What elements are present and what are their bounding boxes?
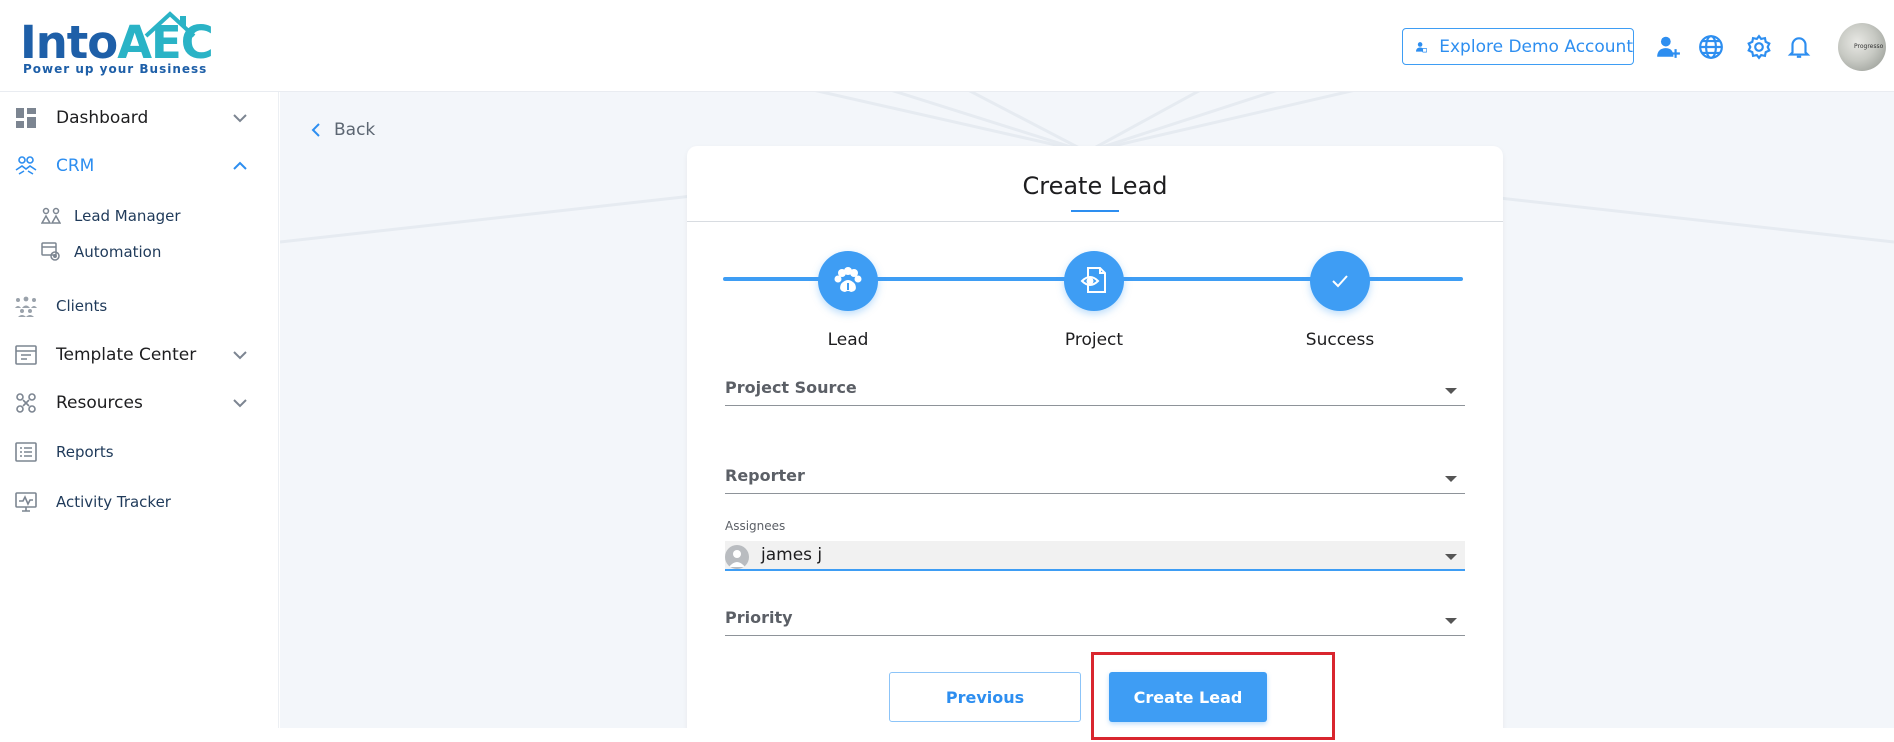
dropdown-arrow-icon <box>1445 476 1457 482</box>
avatar-text: Progresso <box>1854 43 1884 50</box>
resources-icon <box>14 391 38 415</box>
title-underline <box>1071 210 1119 212</box>
chevron-down-icon <box>233 399 247 408</box>
crm-handshake-icon <box>14 154 38 178</box>
activity-tracker-icon <box>14 490 38 514</box>
person-avatar-icon <box>725 545 749 569</box>
sidebar-item-dashboard[interactable]: Dashboard <box>0 98 279 138</box>
sidebar-item-label: Resources <box>56 393 143 413</box>
sidebar-item-label: Reports <box>56 443 114 461</box>
reporter-label: Reporter <box>725 466 805 485</box>
project-source-select[interactable]: Project Source <box>725 376 1465 406</box>
sidebar-item-label: CRM <box>56 156 95 176</box>
sidebar-item-clients[interactable]: Clients <box>0 286 279 326</box>
sidebar-item-resources[interactable]: Resources <box>0 383 279 423</box>
bell-icon[interactable] <box>1784 32 1814 62</box>
sidebar-item-template-center[interactable]: Template Center <box>0 335 279 375</box>
checkmark-icon <box>1332 275 1348 288</box>
step-success-label: Success <box>1305 330 1375 350</box>
logo-roof-icon <box>144 11 196 38</box>
template-center-icon <box>14 343 38 367</box>
step-success[interactable] <box>1310 251 1370 311</box>
assignees-select[interactable]: james j <box>725 541 1465 571</box>
dropdown-arrow-icon <box>1445 618 1457 624</box>
create-lead-button-label: Create Lead <box>1133 687 1243 707</box>
chevron-down-icon <box>233 114 247 123</box>
explore-demo-account-button[interactable]: Explore Demo Account <box>1402 28 1634 65</box>
clients-icon <box>14 294 38 318</box>
previous-button[interactable]: Previous <box>889 672 1081 722</box>
user-avatar[interactable]: Progresso <box>1838 23 1886 71</box>
sidebar: Dashboard CRM Lead Manager Automation Cl… <box>0 92 279 742</box>
sidebar-item-activity-tracker[interactable]: Activity Tracker <box>0 482 279 522</box>
sidebar-item-label: Template Center <box>56 345 197 365</box>
previous-button-label: Previous <box>945 687 1025 707</box>
assignees-caption: Assignees <box>725 519 786 533</box>
card-divider <box>687 221 1503 222</box>
assignee-value: james j <box>761 545 823 565</box>
field-underline <box>725 635 1465 636</box>
chevron-down-icon <box>233 351 247 360</box>
card-title: Create Lead <box>1022 172 1168 200</box>
sidebar-item-label: Dashboard <box>56 108 149 128</box>
bottom-strip <box>0 728 1894 742</box>
step-project-label: Project <box>1064 330 1124 350</box>
sidebar-item-label: Automation <box>74 243 162 261</box>
priority-select[interactable]: Priority <box>725 606 1465 636</box>
chevron-up-icon <box>233 161 247 170</box>
globe-icon[interactable] <box>1696 32 1726 62</box>
step-project[interactable] <box>1064 251 1124 311</box>
sidebar-item-lead-manager[interactable]: Lead Manager <box>40 201 181 231</box>
chevron-left-icon <box>311 123 320 137</box>
field-underline <box>725 493 1465 494</box>
dashboard-icon <box>14 106 38 130</box>
step-lead-label: Lead <box>827 330 869 350</box>
create-lead-button[interactable]: Create Lead <box>1109 672 1267 722</box>
sidebar-item-label: Activity Tracker <box>56 493 171 511</box>
lead-paw-icon <box>834 267 862 292</box>
sidebar-item-crm[interactable]: CRM <box>0 146 279 186</box>
sidebar-item-automation[interactable]: Automation <box>40 237 161 267</box>
gear-icon[interactable] <box>1744 32 1774 62</box>
reports-icon <box>14 440 38 464</box>
explore-demo-account-label: Explore Demo Account <box>1439 36 1633 57</box>
priority-label: Priority <box>725 608 793 627</box>
dropdown-arrow-icon <box>1445 388 1457 394</box>
sidebar-item-reports[interactable]: Reports <box>0 432 279 472</box>
project-source-label: Project Source <box>725 378 857 397</box>
field-underline <box>725 405 1465 406</box>
dropdown-arrow-icon <box>1445 554 1457 560</box>
add-user-icon[interactable] <box>1653 32 1683 62</box>
main-content: Back Create Lead Lead Project Success Pr… <box>280 92 1894 728</box>
step-lead[interactable] <box>818 251 878 311</box>
sidebar-item-label: Clients <box>56 297 108 315</box>
back-label: Back <box>334 120 376 140</box>
automation-icon <box>40 241 62 263</box>
create-lead-card: Create Lead Lead Project Success Project… <box>687 146 1503 728</box>
back-link[interactable]: Back <box>310 120 375 140</box>
lead-manager-icon <box>40 205 62 227</box>
top-header: IntoAEC Power up your Business Explore D… <box>0 0 1894 92</box>
intoaec-logo[interactable]: IntoAEC Power up your Business <box>20 10 214 76</box>
logo-tagline: Power up your Business <box>23 62 208 76</box>
user-switch-icon <box>1416 41 1428 52</box>
sidebar-item-label: Lead Manager <box>74 207 181 225</box>
project-document-icon <box>1080 267 1106 293</box>
reporter-select[interactable]: Reporter <box>725 464 1465 494</box>
